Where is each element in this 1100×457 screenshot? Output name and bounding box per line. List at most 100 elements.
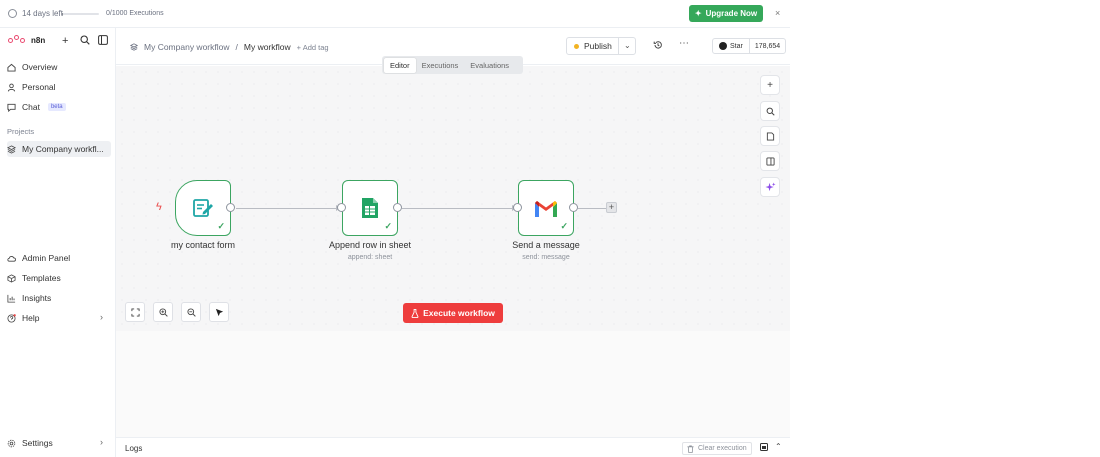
sidebar-item-label: Personal (22, 82, 56, 92)
node-label: Append row in sheet (328, 240, 412, 250)
form-icon (193, 199, 213, 217)
zoom-in-icon (158, 307, 168, 317)
tab-editor[interactable]: Editor (384, 57, 416, 73)
node-label: my contact form (170, 240, 235, 250)
collapse-sidebar-icon[interactable] (98, 35, 108, 48)
sidebar-item-templates[interactable]: Templates (7, 270, 111, 286)
ai-sparkle-icon (764, 181, 776, 191)
panel-icon (765, 156, 775, 166)
add-tag-link[interactable]: + Add tag (297, 43, 329, 52)
chevron-right-icon: › (100, 312, 103, 322)
view-tabs: Editor Executions Evaluations (382, 56, 523, 74)
chevron-down-icon[interactable]: ⌄ (624, 41, 631, 50)
input-handle[interactable] (337, 203, 346, 212)
execute-workflow-button[interactable]: Execute workflow (403, 303, 503, 323)
more-options-icon[interactable]: ⋯ (679, 38, 689, 49)
projects-heading: Projects (7, 127, 35, 136)
n8n-app: 14 days left 0/1000 Executions ✦ Upgrade… (0, 0, 1100, 457)
tab-executions[interactable]: Executions (416, 58, 465, 73)
divider (618, 38, 619, 54)
workflow-name[interactable]: My workflow (244, 42, 291, 52)
sidebar-item-label: Settings (22, 438, 53, 448)
sidebar-item-chat[interactable]: Chat beta (7, 99, 111, 115)
pop-out-icon[interactable] (760, 443, 768, 453)
connection-edge[interactable] (236, 205, 341, 211)
workflow-node-contact-form[interactable]: ✓ (175, 180, 231, 236)
search-nodes-button[interactable] (760, 101, 780, 121)
sidebar-item-label: My Company workfl... (22, 144, 104, 154)
sidebar-item-label: Help (22, 313, 40, 323)
breadcrumb-project[interactable]: My Company workflow (144, 42, 230, 52)
success-check-icon: ✓ (384, 221, 392, 231)
toggle-panel-button[interactable] (760, 151, 780, 171)
workflow-node-send-message[interactable]: ✓ (518, 180, 574, 236)
sidebar-item-project[interactable]: My Company workfl... (7, 141, 111, 157)
search-icon[interactable] (80, 35, 90, 48)
ai-assistant-button[interactable] (760, 177, 780, 197)
executions-count-text: 0/1000 Executions (106, 10, 164, 17)
sidebar-item-label: Chat (22, 102, 40, 112)
success-check-icon: ✓ (560, 221, 568, 231)
sparkle-icon: ✦ (694, 9, 702, 18)
n8n-logo[interactable]: n8n (8, 35, 45, 45)
chat-icon (7, 103, 16, 112)
node-label: Send a message (512, 240, 580, 250)
zoom-out-button[interactable] (181, 302, 201, 322)
flask-icon (411, 308, 419, 318)
output-handle[interactable] (393, 203, 402, 212)
publish-button[interactable]: Publish ⌄ (566, 37, 636, 55)
github-star-widget[interactable]: Star 178,654 (712, 38, 787, 54)
tab-evaluations[interactable]: Evaluations (464, 58, 515, 73)
chevron-up-icon[interactable]: ⌃ (775, 442, 782, 451)
sidebar-item-personal[interactable]: Personal (7, 79, 111, 95)
breadcrumb-separator: / (235, 42, 238, 52)
pointer-mode-button[interactable] (209, 302, 229, 322)
connection-edge[interactable] (402, 205, 517, 211)
sidebar-item-label: Templates (22, 273, 61, 283)
execute-workflow-label: Execute workflow (423, 308, 495, 318)
logs-bar[interactable]: Logs Clear execution ⌃ (116, 437, 790, 457)
sidebar-item-admin-panel[interactable]: Admin Panel (7, 250, 111, 266)
trigger-bolt-icon: ϟ (156, 201, 162, 213)
layers-icon (130, 43, 138, 51)
home-icon (7, 63, 16, 72)
trash-icon (687, 445, 694, 453)
executions-progress-bar (62, 13, 99, 15)
github-icon (719, 42, 727, 50)
upgrade-now-button[interactable]: ✦ Upgrade Now (689, 5, 763, 22)
sidebar-item-settings[interactable]: Settings › (7, 435, 111, 451)
fit-view-button[interactable] (125, 302, 145, 322)
add-node-button[interactable]: + (606, 202, 617, 213)
sidebar-item-insights[interactable]: Insights (7, 290, 111, 306)
output-handle[interactable] (569, 203, 578, 212)
zoom-in-button[interactable] (153, 302, 173, 322)
close-banner-icon[interactable]: × (775, 8, 780, 18)
publish-label: Publish (584, 41, 612, 51)
logo-text: n8n (31, 35, 46, 45)
sidebar-item-overview[interactable]: Overview (7, 59, 111, 75)
github-star-label: Star (730, 42, 743, 50)
plus-icon: + (767, 79, 773, 91)
output-handle[interactable] (226, 203, 235, 212)
clock-icon (8, 9, 17, 18)
sidebar-item-label: Insights (22, 293, 52, 303)
create-plus-icon[interactable]: + (62, 35, 68, 47)
add-node-plus-button[interactable]: + (760, 75, 780, 95)
history-icon[interactable] (653, 40, 663, 53)
layers-icon (7, 144, 16, 154)
days-left-text: 14 days left (22, 9, 63, 18)
sidebar-item-help[interactable]: Help › (7, 310, 111, 326)
chart-icon (7, 294, 16, 303)
search-icon (766, 107, 775, 116)
sidebar-item-label: Overview (22, 62, 58, 72)
cloud-icon (7, 255, 16, 262)
clear-execution-button[interactable]: Clear execution (682, 442, 752, 455)
breadcrumb: My Company workflow / My workflow + Add … (130, 42, 329, 52)
sticky-note-button[interactable] (760, 126, 780, 146)
upgrade-now-label: Upgrade Now (705, 9, 758, 18)
clear-execution-label: Clear execution (698, 445, 747, 452)
input-handle[interactable] (513, 203, 522, 212)
help-icon (7, 313, 16, 323)
workflow-node-append-row[interactable]: ✓ (342, 180, 398, 236)
github-star-button[interactable]: Star (713, 39, 750, 53)
